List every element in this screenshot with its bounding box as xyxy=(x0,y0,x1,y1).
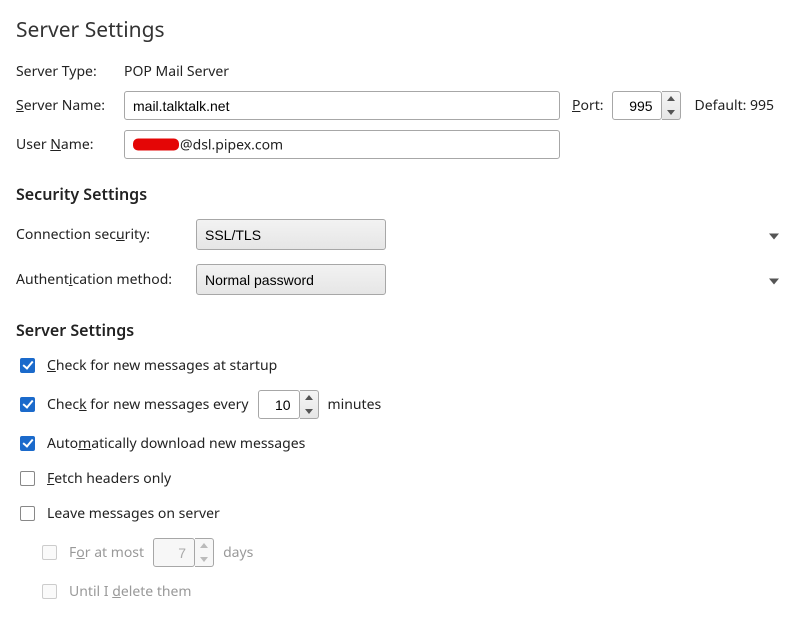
chevron-down-icon xyxy=(305,409,313,414)
minutes-step-up[interactable] xyxy=(300,391,318,405)
default-port-label: Default: 995 xyxy=(695,96,775,115)
leave-messages-checkbox[interactable] xyxy=(20,506,35,521)
server-settings-heading: Server Settings xyxy=(16,319,787,341)
user-name-input[interactable] xyxy=(124,130,560,159)
minutes-unit-label: minutes xyxy=(328,395,382,414)
minutes-stepper[interactable] xyxy=(258,390,319,419)
minutes-input[interactable] xyxy=(258,390,300,419)
connection-security-select[interactable]: SSL/TLS xyxy=(196,219,386,250)
chevron-up-icon xyxy=(305,395,313,400)
chevron-down-icon xyxy=(769,225,779,244)
authentication-method-select[interactable]: Normal password xyxy=(196,264,386,295)
page-title: Server Settings xyxy=(16,16,787,44)
port-step-down[interactable] xyxy=(662,106,680,120)
until-delete-checkbox xyxy=(42,584,57,599)
port-stepper[interactable] xyxy=(612,91,681,120)
for-at-most-checkbox xyxy=(42,545,57,560)
fetch-headers-label[interactable]: Fetch headers only xyxy=(47,469,171,488)
for-at-most-label: For at most xyxy=(69,543,144,562)
check-every-checkbox[interactable] xyxy=(20,397,35,412)
check-startup-checkbox[interactable] xyxy=(20,358,35,373)
chevron-down-icon xyxy=(667,110,675,115)
auto-download-checkbox[interactable] xyxy=(20,436,35,451)
security-settings-heading: Security Settings xyxy=(16,183,787,205)
days-input xyxy=(153,538,195,567)
leave-messages-label[interactable]: Leave messages on server xyxy=(47,504,220,523)
fetch-headers-checkbox[interactable] xyxy=(20,471,35,486)
server-type-label: Server Type: xyxy=(16,62,116,81)
days-unit-label: days xyxy=(223,543,253,562)
check-every-label[interactable]: Check for new messages every xyxy=(47,395,249,414)
days-step-down xyxy=(195,553,213,567)
chevron-up-icon xyxy=(200,543,208,548)
until-delete-label: Until I delete them xyxy=(69,582,192,601)
user-name-label: User Name: xyxy=(16,135,116,154)
days-stepper xyxy=(153,538,214,567)
port-input[interactable] xyxy=(612,91,662,120)
days-step-up xyxy=(195,539,213,553)
server-type-value: POP Mail Server xyxy=(124,62,229,81)
server-name-label: Server Name: xyxy=(16,96,116,115)
server-name-input[interactable] xyxy=(124,91,560,120)
chevron-down-icon xyxy=(769,270,779,289)
connection-security-label: Connection security: xyxy=(16,225,196,244)
port-step-up[interactable] xyxy=(662,92,680,106)
authentication-method-label: Authentication method: xyxy=(16,270,196,289)
chevron-up-icon xyxy=(667,96,675,101)
chevron-down-icon xyxy=(200,557,208,562)
minutes-step-down[interactable] xyxy=(300,405,318,419)
check-startup-label[interactable]: Check for new messages at startup xyxy=(47,356,277,375)
auto-download-label[interactable]: Automatically download new messages xyxy=(47,434,305,453)
port-label: Port: xyxy=(572,96,604,115)
